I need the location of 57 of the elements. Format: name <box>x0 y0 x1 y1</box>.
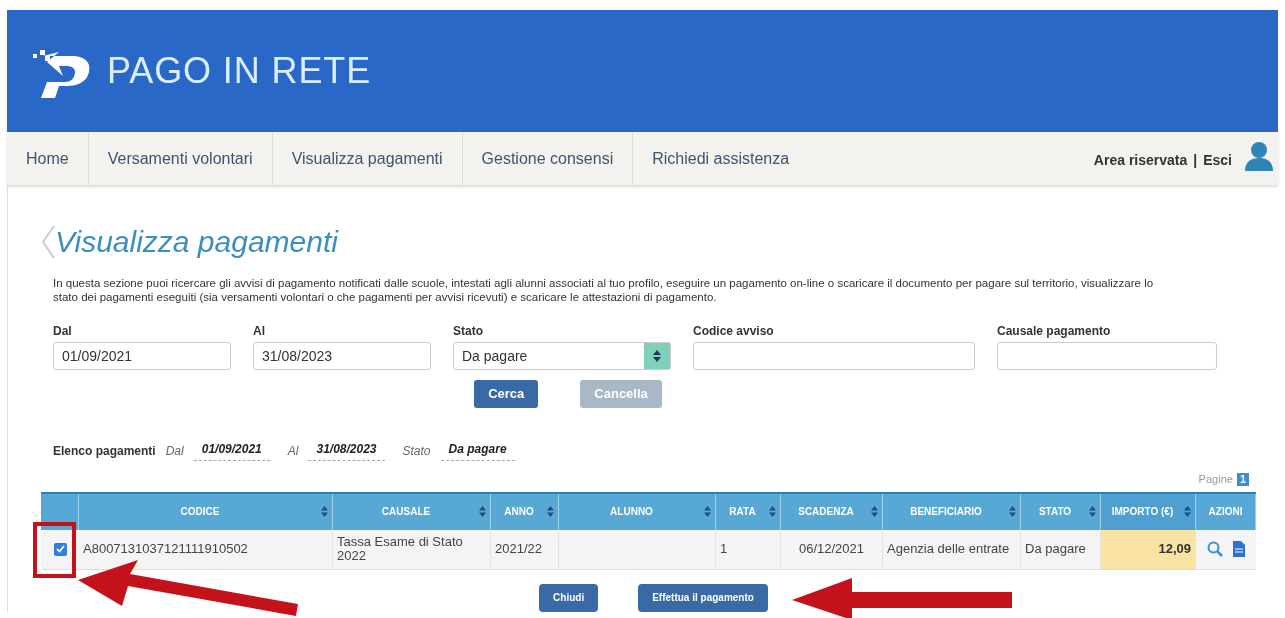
chevron-icon <box>41 223 55 260</box>
nav-link[interactable]: Visualizza pagamenti <box>272 146 462 171</box>
page-title: Visualizza pagamenti <box>55 224 338 260</box>
column-header: AZIONI <box>1196 493 1256 530</box>
description: In questa sezione puoi ricercare gli avvisi di pagamento notificati dalle scuole, intestati agli alunni associati al tuo profilo, eseguire un pagamento on-line o scaricare il documento per pagare sul territorio, visualizzare lo stato dei pagamenti eseguiti (sia versamenti volontari o che pagamenti per avvisi ricevuti) e scaricare le attestazioni di pagamento. <box>53 276 1155 304</box>
summary-title: Elenco pagamenti <box>53 442 156 460</box>
sort-icon[interactable] <box>1009 506 1016 517</box>
table-cell: Agenzia delle entrate <box>883 529 1021 569</box>
sort-icon[interactable] <box>479 506 486 517</box>
reserved-area-link[interactable]: Area riservata <box>1093 150 1188 171</box>
nav-link[interactable]: Gestione consensi <box>462 146 633 171</box>
sort-icon[interactable] <box>871 506 878 517</box>
input-field[interactable]: 31/08/2023 <box>253 342 431 370</box>
input-field[interactable]: 01/09/2021 <box>53 342 231 370</box>
field-label: Stato <box>453 323 484 340</box>
nav-link[interactable]: Versamenti volontari <box>88 146 272 171</box>
table-cell: 12,09 <box>1101 529 1196 569</box>
column-header[interactable]: IMPORTO (€) <box>1101 493 1196 530</box>
field-label: Codice avviso <box>693 323 775 340</box>
table-cell: 06/12/2021 <box>781 529 883 569</box>
summary-value: Da pagare <box>440 440 515 461</box>
action-button[interactable]: Effettua il pagamento <box>638 583 768 612</box>
sort-icon[interactable] <box>1089 506 1096 517</box>
form-button[interactable]: Cerca <box>474 380 539 408</box>
search-icon[interactable] <box>1207 541 1223 557</box>
separator: | <box>1193 151 1198 170</box>
row-checkbox[interactable] <box>53 542 67 556</box>
field-label: Dal <box>53 323 73 340</box>
action-button[interactable]: Chiudi <box>539 583 599 612</box>
table-cell: Tassa Esame di Stato 2022 <box>333 529 491 569</box>
select-arrows-icon <box>653 350 661 362</box>
summary-label: Al <box>287 442 299 460</box>
summary-label: Stato <box>402 442 431 460</box>
sort-icon[interactable] <box>704 506 711 517</box>
table-cell: 2021/22 <box>491 529 559 569</box>
highlight-frame <box>33 522 76 578</box>
sort-icon[interactable] <box>547 506 554 517</box>
summary-value: 31/08/2023 <box>308 440 385 461</box>
nav-link[interactable]: Home <box>7 146 88 171</box>
input-field[interactable] <box>693 342 975 370</box>
page-link[interactable]: 1 <box>1236 472 1249 486</box>
sort-icon[interactable] <box>1184 506 1191 517</box>
sort-icon[interactable] <box>769 506 776 517</box>
table-cell: 1 <box>716 529 781 569</box>
field-label: Causale pagamento <box>997 323 1112 340</box>
user-icon[interactable] <box>1244 141 1274 171</box>
logout-link[interactable]: Esci <box>1203 150 1232 171</box>
input-field[interactable] <box>997 342 1217 370</box>
pagination-label: Pagine <box>1198 472 1233 487</box>
nav-link[interactable]: Richiedi assistenza <box>633 146 809 171</box>
sort-icon[interactable] <box>321 506 328 517</box>
field-label: Al <box>253 323 266 340</box>
document-icon[interactable] <box>1233 541 1245 557</box>
summary-label: Dal <box>165 442 184 460</box>
brand-title: PAGO IN RETE <box>107 49 372 93</box>
status-select[interactable]: Da pagare <box>453 342 671 370</box>
summary-value: 01/09/2021 <box>193 440 270 461</box>
